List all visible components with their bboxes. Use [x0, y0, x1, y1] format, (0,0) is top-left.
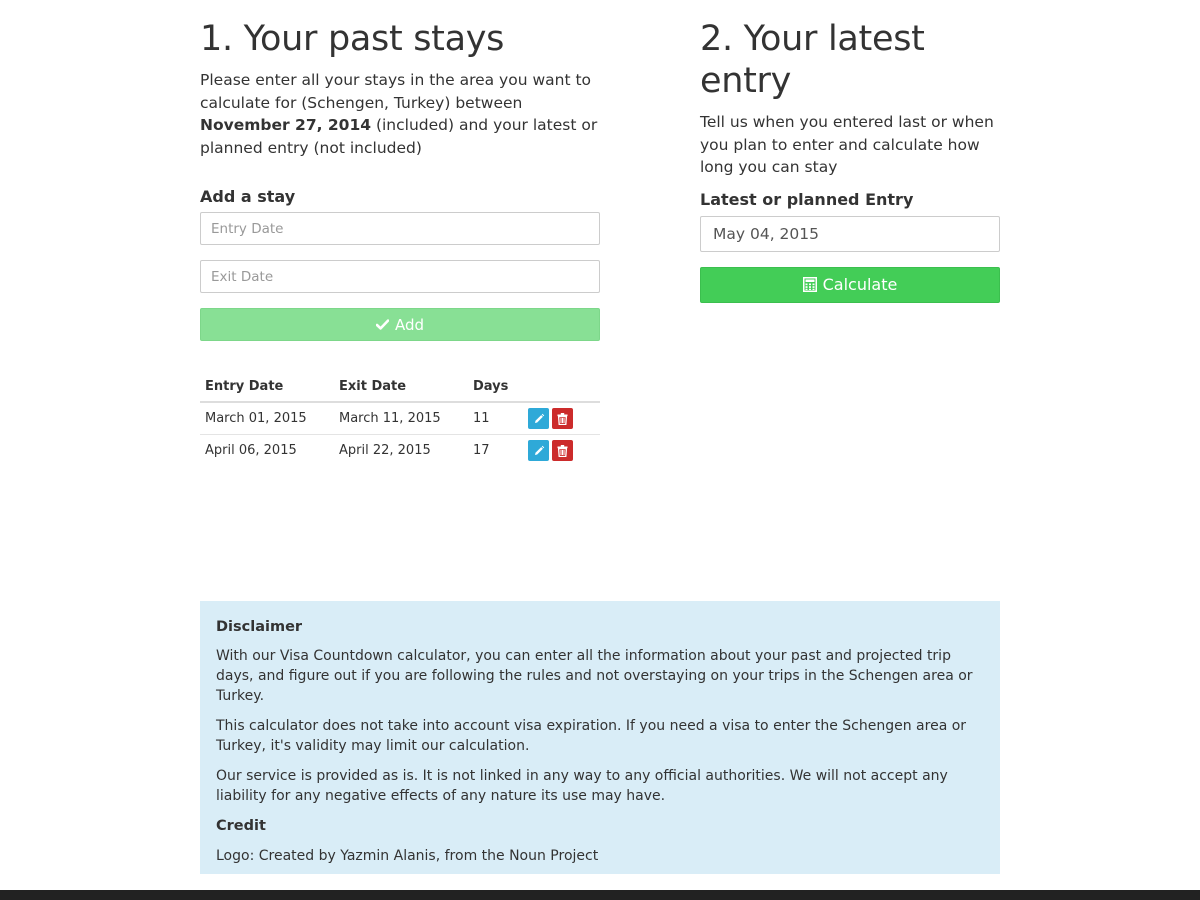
- trash-icon: [557, 412, 568, 425]
- past-stays-intro: Please enter all your stays in the area …: [200, 69, 600, 159]
- calculate-button-label: Calculate: [822, 275, 898, 294]
- stays-table: Entry Date Exit Date Days March 01, 2015…: [200, 371, 600, 466]
- delete-button[interactable]: [552, 408, 573, 429]
- disclaimer-paragraph: Our service is provided as is. It is not…: [216, 768, 948, 804]
- calculate-button[interactable]: Calculate: [700, 266, 1000, 303]
- row-actions: [523, 402, 600, 435]
- col-header-entry: Entry Date: [200, 371, 334, 403]
- latest-entry-intro: Tell us when you entered last or when yo…: [700, 113, 994, 176]
- latest-entry-label: Latest or planned Entry: [700, 189, 914, 209]
- check-icon: [375, 319, 389, 330]
- past-stays-heading: 1. Your past stays: [200, 19, 505, 59]
- exit-date-input[interactable]: [200, 260, 600, 293]
- latest-entry-heading: 2. Your latest entry: [700, 19, 925, 101]
- trash-icon: [557, 444, 568, 457]
- intro-text-before: Please enter all your stays in the area …: [200, 71, 592, 112]
- col-header-actions: [523, 371, 600, 403]
- col-header-exit: Exit Date: [334, 371, 468, 403]
- col-header-days: Days: [468, 371, 523, 403]
- add-stay-label: Add a stay: [200, 187, 296, 206]
- disclaimer-title: Disclaimer: [216, 619, 303, 635]
- entry-date-input[interactable]: [200, 212, 600, 245]
- pencil-icon: [533, 413, 545, 425]
- table-row: April 06, 2015 April 22, 2015 17: [200, 435, 600, 467]
- pencil-icon: [533, 445, 545, 457]
- row-exit-date: March 11, 2015: [334, 402, 468, 435]
- add-button-label: Add: [394, 315, 425, 334]
- latest-entry-section: 2. Your latest entry Tell us when you en…: [700, 0, 1000, 303]
- add-button[interactable]: Add: [200, 308, 600, 341]
- credit-title: Credit: [216, 818, 266, 834]
- row-entry-date: March 01, 2015: [200, 402, 334, 435]
- row-entry-date: April 06, 2015: [205, 443, 297, 458]
- page: 1. Your past stays Please enter all your…: [0, 0, 1200, 900]
- past-stays-section: 1. Your past stays Please enter all your…: [200, 0, 600, 466]
- row-actions: [523, 435, 600, 467]
- edit-button[interactable]: [528, 440, 549, 461]
- table-row: March 01, 2015 March 11, 2015 11: [200, 402, 600, 435]
- delete-button[interactable]: [552, 440, 573, 461]
- footer-bar: [0, 890, 1200, 900]
- disclaimer-panel: Disclaimer With our Visa Countdown calcu…: [200, 601, 1000, 874]
- row-days: 11: [468, 402, 523, 435]
- edit-button[interactable]: [528, 408, 549, 429]
- credit-text: Logo: Created by Yazmin Alanis, from the…: [216, 848, 599, 864]
- disclaimer-paragraph: With our Visa Countdown calculator, you …: [216, 648, 973, 704]
- intro-date: November 27, 2014: [200, 116, 372, 134]
- calculator-icon: [802, 277, 817, 292]
- latest-entry-input[interactable]: [700, 215, 1000, 252]
- row-days: 17: [473, 443, 490, 458]
- table-header-row: Entry Date Exit Date Days: [200, 371, 600, 403]
- row-exit-date: April 22, 2015: [339, 443, 431, 458]
- disclaimer-paragraph: This calculator does not take into accou…: [216, 718, 967, 754]
